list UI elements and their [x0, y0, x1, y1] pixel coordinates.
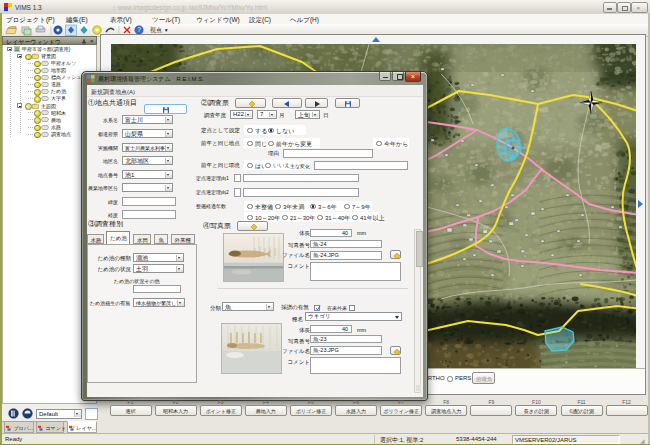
- svg-text:?: ?: [137, 26, 141, 33]
